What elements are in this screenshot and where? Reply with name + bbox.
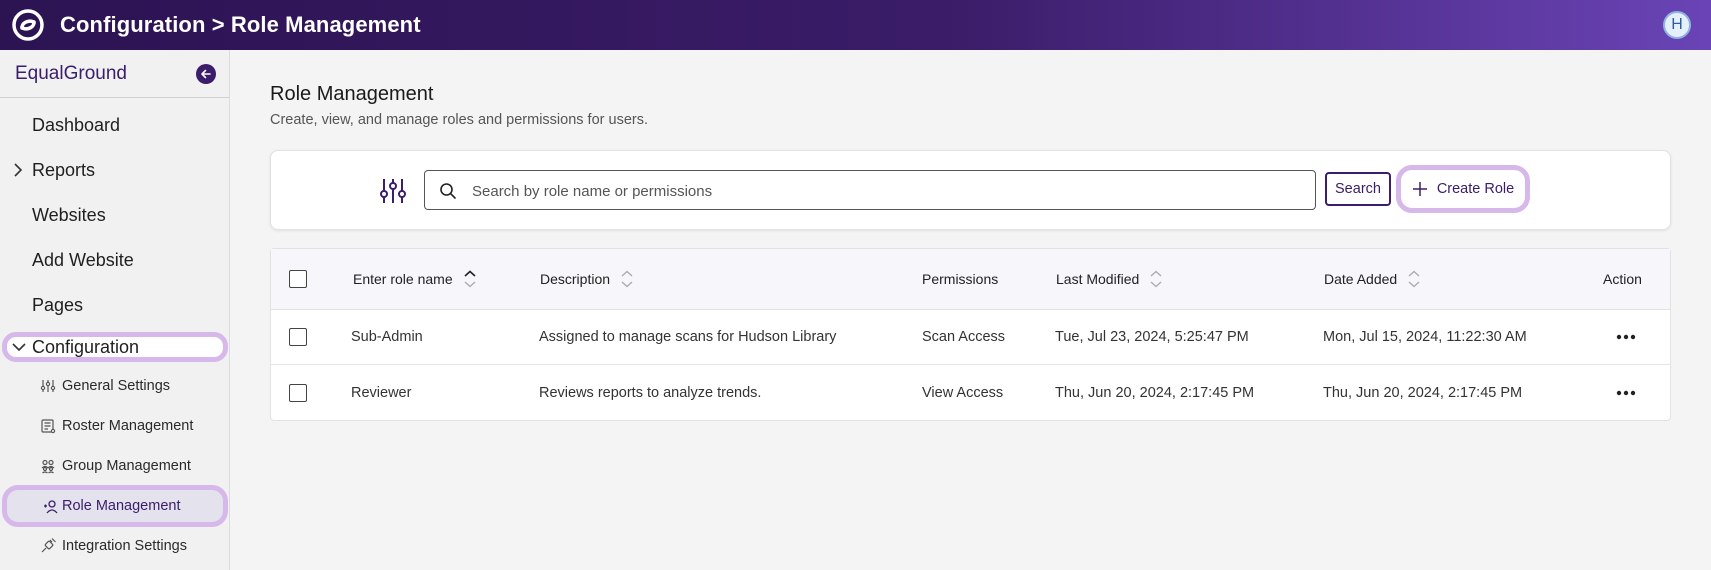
row-checkbox[interactable] [289, 383, 307, 402]
create-role-button[interactable]: Create Role [1396, 165, 1530, 213]
arrow-left-icon [201, 69, 211, 78]
role-last-modified: Tue, Jul 23, 2024, 5:25:47 PM [1055, 329, 1249, 345]
column-header-label: Last Modified [1056, 271, 1140, 287]
sidebar-item-dashboard[interactable]: Dashboard [0, 108, 230, 142]
column-header-permissions: Permissions [922, 249, 998, 309]
row-actions-button[interactable] [1616, 365, 1636, 420]
table-row: Sub-Admin Assigned to manage scans for H… [271, 310, 1670, 365]
sidebar-item-label: Pages [32, 294, 84, 315]
sidebar-item-configuration[interactable]: Configuration [2, 332, 228, 362]
role-name: Sub-Admin [351, 329, 423, 345]
sidebar-item-pages[interactable]: Pages [0, 288, 230, 322]
sidebar-item-label: Configuration [32, 336, 140, 357]
group-icon [41, 459, 55, 474]
search-field[interactable] [424, 170, 1316, 210]
sidebar-item-group-management[interactable]: Group Management [0, 451, 230, 481]
column-header-last-modified[interactable]: Last Modified [1056, 249, 1163, 309]
column-header-name[interactable]: Enter role name [353, 249, 477, 309]
filter-sliders-icon [380, 179, 406, 203]
plus-icon [1412, 182, 1427, 196]
table-row: Reviewer Reviews reports to analyze tren… [271, 365, 1670, 420]
roles-table: Enter role name Description Permissions … [270, 248, 1671, 421]
sidebar-item-label: Dashboard [32, 114, 121, 135]
role-date-added: Mon, Jul 15, 2024, 11:22:30 AM [1323, 329, 1527, 345]
roster-icon [41, 419, 56, 434]
sidebar-item-roster-management[interactable]: Roster Management [0, 411, 230, 441]
filter-button[interactable] [378, 176, 408, 206]
column-header-label: Description [540, 271, 611, 287]
sort-icon[interactable] [1149, 270, 1163, 288]
sidebar-item-label: General Settings [62, 378, 171, 394]
sidebar-header: EqualGround [0, 50, 229, 98]
page-subtitle: Create, view, and manage roles and permi… [270, 112, 648, 128]
sidebar-item-add-website[interactable]: Add Website [0, 243, 230, 277]
sidebar-item-label: Group Management [62, 458, 191, 474]
role-icon [44, 500, 58, 514]
create-role-label: Create Role [1436, 181, 1515, 197]
search-icon [440, 183, 456, 199]
plug-icon [41, 538, 56, 553]
sidebar-item-reports[interactable]: Reports [0, 153, 230, 187]
brand-name: EqualGround [15, 62, 127, 84]
more-horizontal-icon [1616, 390, 1636, 395]
page-title: Role Management [270, 83, 434, 105]
role-permissions: Scan Access [922, 329, 1006, 345]
more-horizontal-icon [1616, 334, 1636, 340]
app-title: Configuration > Role Management [60, 12, 421, 37]
column-header-label: Action [1603, 271, 1642, 287]
role-name: Reviewer [351, 384, 412, 401]
search-button[interactable]: Search [1325, 172, 1391, 206]
collapse-sidebar-button[interactable] [196, 63, 216, 84]
role-description: Assigned to manage scans for Hudson Libr… [539, 329, 837, 345]
sidebar-item-label: Roster Management [62, 418, 194, 434]
sliders-icon [40, 380, 56, 392]
column-header-description[interactable]: Description [540, 249, 634, 309]
column-header-action: Action [1603, 249, 1642, 309]
select-all-checkbox[interactable] [289, 270, 307, 288]
column-header-date-added[interactable]: Date Added [1324, 249, 1421, 309]
app-logo-icon[interactable] [10, 7, 46, 43]
chevron-right-icon [14, 163, 23, 177]
column-header-label: Date Added [1324, 271, 1398, 287]
sidebar-item-label: Role Management [62, 498, 181, 514]
search-toolbar: Search Create Role [270, 150, 1671, 230]
sidebar-item-label: Websites [32, 204, 106, 225]
sidebar-item-role-management[interactable]: Role Management [2, 485, 228, 527]
sidebar: EqualGround Dashboard Reports Websites A… [0, 50, 230, 570]
role-last-modified: Thu, Jun 20, 2024, 2:17:45 PM [1055, 384, 1255, 401]
column-header-label: Enter role name [353, 271, 453, 287]
sort-icon[interactable] [1407, 270, 1421, 288]
sidebar-item-label: Add Website [32, 249, 134, 270]
role-description: Reviews reports to analyze trends. [539, 384, 762, 401]
sidebar-item-websites[interactable]: Websites [0, 198, 230, 232]
sidebar-item-general-settings[interactable]: General Settings [0, 371, 230, 401]
role-permissions: View Access [922, 384, 1004, 401]
sort-icon[interactable] [620, 270, 634, 288]
row-actions-button[interactable] [1616, 310, 1636, 364]
table-header: Enter role name Description Permissions … [271, 249, 1670, 310]
user-avatar[interactable]: H [1663, 11, 1691, 39]
sidebar-item-integration-settings[interactable]: Integration Settings [0, 531, 230, 561]
select-all-cell [289, 249, 307, 309]
sort-ascending-icon[interactable] [463, 270, 477, 288]
column-header-label: Permissions [922, 271, 999, 287]
row-checkbox[interactable] [289, 328, 307, 346]
sidebar-item-label: Reports [32, 159, 96, 180]
sidebar-item-label: Integration Settings [62, 538, 187, 554]
top-bar: Configuration > Role Management H [0, 0, 1711, 50]
role-date-added: Thu, Jun 20, 2024, 2:17:45 PM [1323, 384, 1523, 401]
chevron-down-icon [12, 343, 26, 352]
search-input[interactable] [472, 179, 1292, 203]
